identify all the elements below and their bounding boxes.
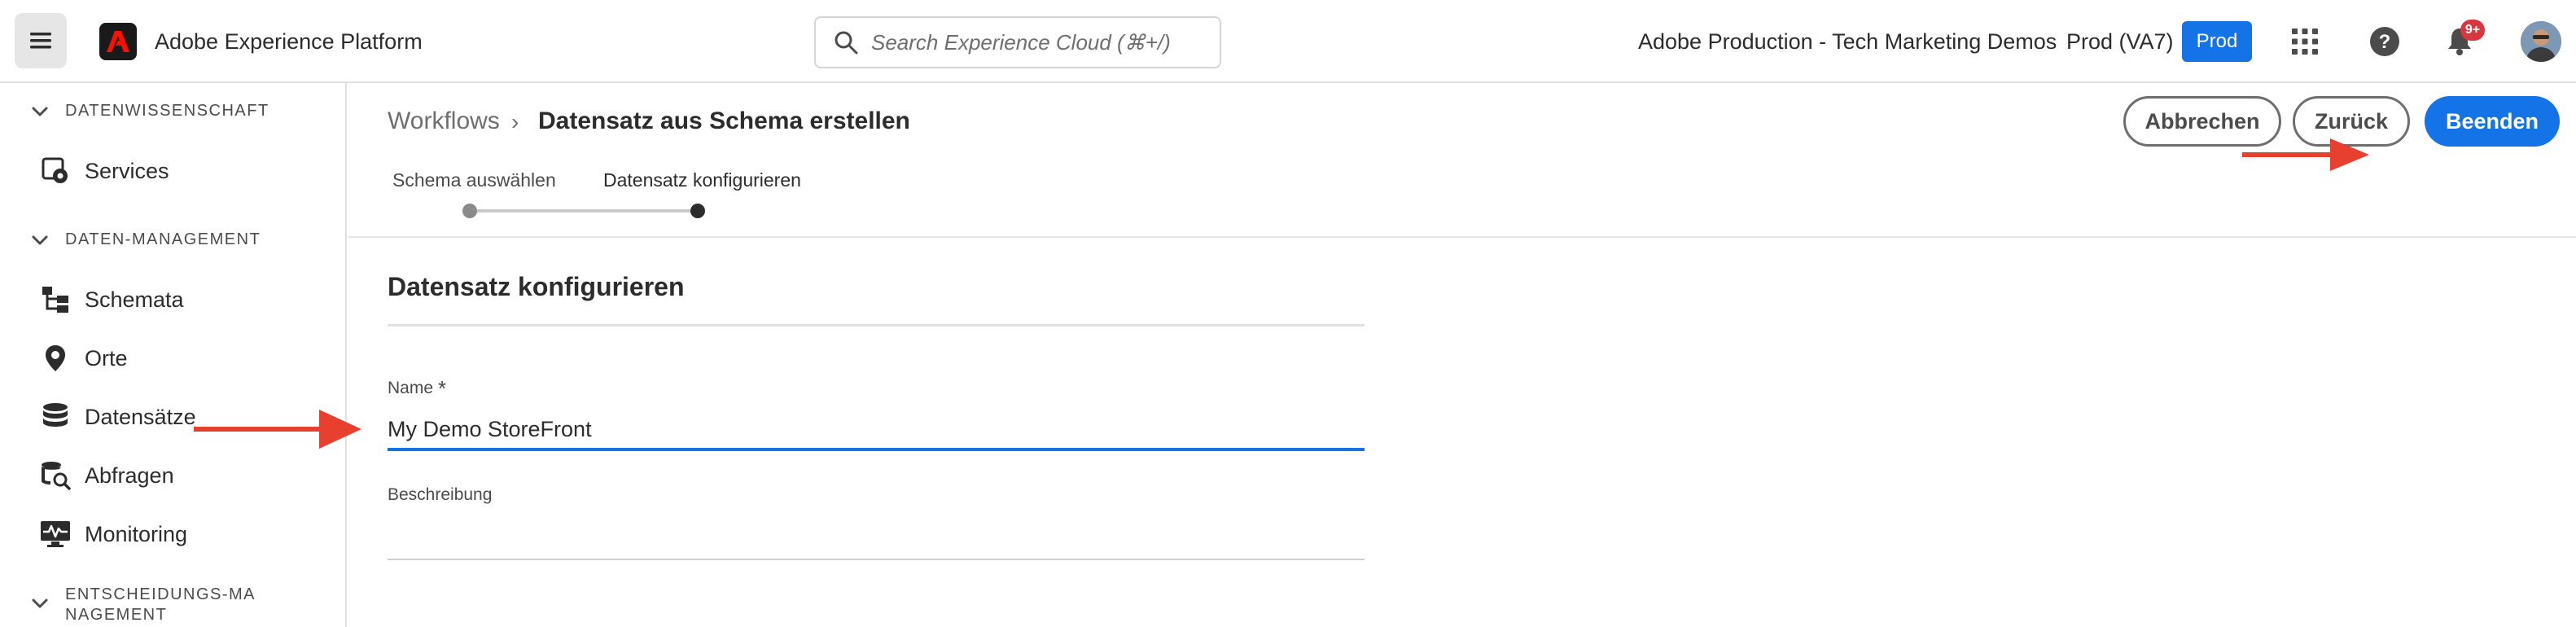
main-content: Workflows › Datensatz aus Schema erstell…	[348, 83, 2576, 627]
location-pin-icon	[39, 342, 72, 375]
name-label-text: Name	[388, 379, 434, 397]
sidebar-item-services[interactable]: Services	[39, 150, 169, 192]
sidebar-section-label: DATENWISSENSCHAFT	[65, 102, 269, 120]
sidebar-item-monitoring[interactable]: Monitoring	[39, 513, 187, 555]
sidebar-item-label: Monitoring	[85, 521, 188, 546]
page-title: Datensatz aus Schema erstellen	[538, 107, 910, 134]
monitoring-icon	[39, 518, 72, 550]
adobe-logo-icon	[107, 31, 129, 52]
cancel-button[interactable]: Abbrechen	[2123, 96, 2281, 147]
adobe-logo[interactable]	[99, 23, 137, 60]
divider	[388, 324, 1365, 327]
chevron-down-icon	[32, 598, 48, 608]
chevron-down-icon	[32, 235, 48, 245]
dataset-description-input[interactable]	[388, 520, 1365, 560]
sidebar-section-label: DATEN-MANAGEMENT	[65, 230, 261, 248]
step-select-schema[interactable]: Schema auswählen	[392, 169, 556, 191]
sidebar-item-locations[interactable]: Orte	[39, 337, 128, 379]
finish-button[interactable]: Beenden	[2425, 96, 2560, 147]
step-track	[469, 209, 697, 213]
sidebar-item-label: Abfragen	[85, 463, 174, 488]
breadcrumb-workflows-link[interactable]: Workflows	[388, 107, 500, 135]
sidebar-section-data-science[interactable]: DATENWISSENSCHAFT	[31, 101, 269, 121]
apps-grid-button[interactable]	[2286, 23, 2324, 60]
configure-dataset-form: Datensatz konfigurieren Name* Beschreibu…	[348, 238, 2576, 627]
name-field-label: Name *	[388, 376, 446, 401]
services-icon	[39, 155, 72, 187]
description-field-label: Beschreibung	[388, 485, 493, 504]
step-configure-dataset[interactable]: Datensatz konfigurieren	[603, 169, 801, 191]
notification-count-badge: 9+	[2460, 20, 2485, 41]
user-avatar[interactable]	[2521, 21, 2561, 62]
database-icon	[39, 401, 72, 433]
form-title: Datensatz konfigurieren	[388, 272, 685, 301]
sidebar-item-queries[interactable]: Abfragen	[39, 454, 174, 497]
workflow-header: Workflows › Datensatz aus Schema erstell…	[348, 83, 2576, 238]
help-button[interactable]: ?	[2366, 23, 2403, 60]
search-box[interactable]	[814, 16, 1221, 68]
sidebar-item-label: Schemata	[85, 287, 184, 312]
back-button[interactable]: Zurück	[2293, 96, 2410, 147]
breadcrumb-separator: ›	[511, 109, 519, 134]
sidebar-section-label: ENTSCHEIDUNGS-MANAGEMENT	[65, 585, 256, 624]
schema-icon	[39, 283, 72, 316]
sandbox-badge[interactable]: Prod	[2182, 21, 2252, 62]
avatar-icon	[2521, 21, 2561, 62]
svg-text:?: ?	[2379, 31, 2391, 53]
chevron-down-icon	[32, 107, 48, 116]
help-icon: ?	[2370, 27, 2399, 56]
notifications-button[interactable]: 9+	[2441, 20, 2485, 60]
sidebar-section-data-management[interactable]: DATEN-MANAGEMENT	[31, 230, 261, 250]
sidebar-item-label: Orte	[85, 345, 128, 370]
sidebar-section-decision-management[interactable]: ENTSCHEIDUNGS-MANAGEMENT	[31, 585, 261, 625]
sidebar-item-label: Services	[85, 158, 169, 183]
org-switcher[interactable]: Adobe Production - Tech Marketing Demos	[1638, 29, 2057, 55]
dataset-name-input[interactable]	[388, 410, 1365, 451]
query-icon	[39, 459, 72, 492]
search-input[interactable]	[871, 29, 1213, 55]
sidebar-item-schemas[interactable]: Schemata	[39, 278, 184, 321]
required-marker: *	[438, 376, 447, 401]
search-icon	[835, 31, 858, 55]
apps-grid-icon	[2292, 28, 2318, 55]
app-title[interactable]: Adobe Experience Platform	[155, 29, 423, 55]
step-dot-completed	[462, 204, 477, 218]
sandbox-name[interactable]: Prod (VA7)	[2066, 29, 2174, 55]
sidebar: DATENWISSENSCHAFT Services DATEN-MANAGEM…	[0, 83, 347, 627]
sidebar-item-label: Datensätze	[85, 404, 196, 429]
sidebar-item-datasets[interactable]: Datensätze	[39, 396, 196, 438]
top-bar: Adobe Experience Platform Adobe Producti…	[0, 0, 2576, 83]
hamburger-icon	[30, 33, 51, 49]
step-dot-current	[690, 204, 705, 218]
menu-toggle-button[interactable]	[15, 13, 67, 68]
